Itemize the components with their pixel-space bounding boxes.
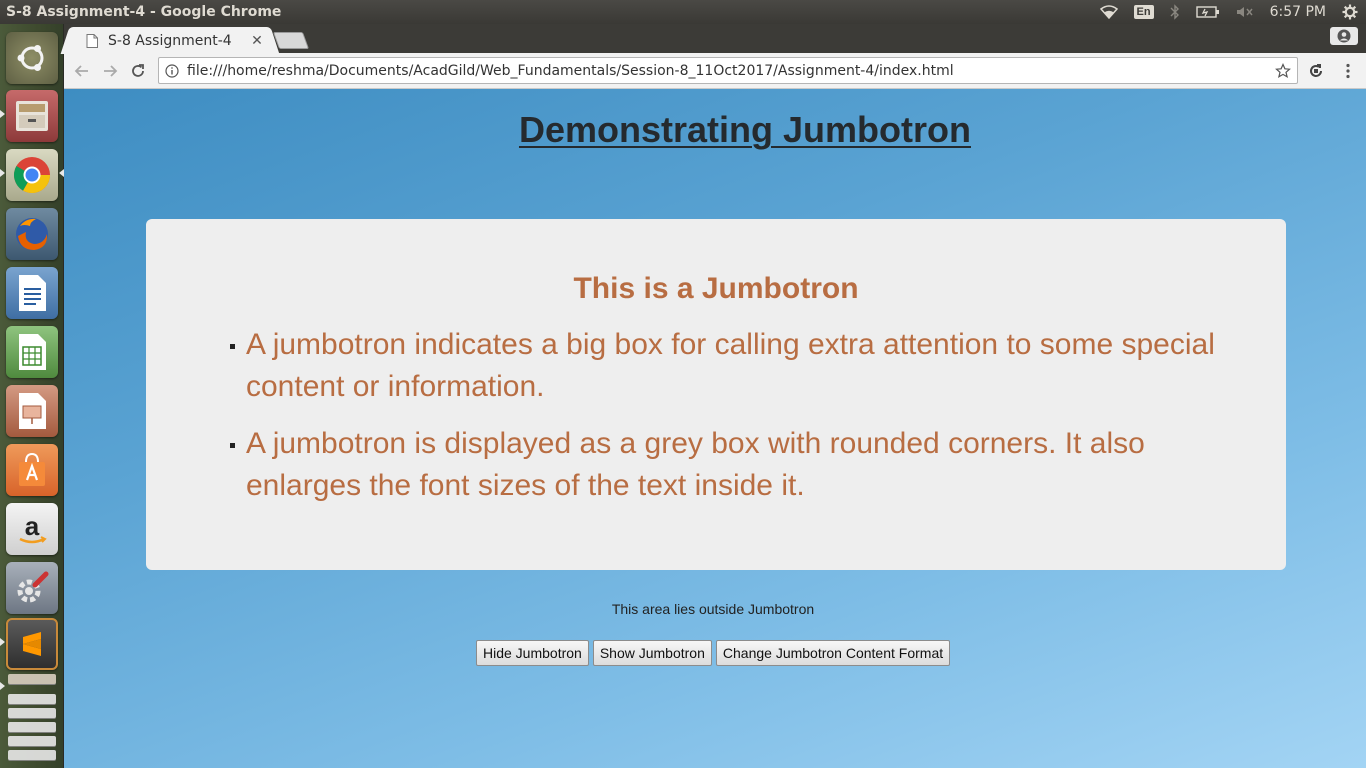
button-row: Hide Jumbotron Show Jumbotron Change Jum… xyxy=(476,640,951,666)
menu-dots-icon[interactable] xyxy=(1336,59,1360,83)
writer-icon[interactable] xyxy=(6,267,58,319)
info-icon[interactable] xyxy=(165,63,179,78)
list-item-text: A jumbotron is displayed as a grey box w… xyxy=(246,427,1145,502)
impress-icon[interactable] xyxy=(6,385,58,437)
trash-icon[interactable] xyxy=(8,694,56,704)
back-arrow-icon[interactable] xyxy=(70,59,94,83)
browser-toolbar: file:///home/reshma/Documents/AcadGild/W… xyxy=(64,53,1366,89)
hide-jumbotron-button[interactable]: Hide Jumbotron xyxy=(476,640,589,666)
unity-launcher: a xyxy=(0,24,64,768)
list-item: A jumbotron indicates a big box for call… xyxy=(230,324,1246,408)
amazon-icon[interactable]: a xyxy=(6,503,58,555)
forward-arrow-icon[interactable] xyxy=(98,59,122,83)
bluetooth-icon[interactable] xyxy=(1162,0,1188,24)
system-tray: En 6:57 PM xyxy=(1092,0,1366,24)
trash-layer xyxy=(8,722,56,732)
profile-icon[interactable] xyxy=(1330,27,1358,45)
url-text: file:///home/reshma/Documents/AcadGild/W… xyxy=(187,62,954,79)
battery-icon[interactable] xyxy=(1188,0,1228,24)
trash-layer xyxy=(8,736,56,746)
list-item: A jumbotron is displayed as a grey box w… xyxy=(230,423,1246,507)
page-icon xyxy=(86,33,98,48)
new-tab-button[interactable] xyxy=(272,32,310,49)
reload-icon[interactable] xyxy=(126,59,150,83)
trash-layer xyxy=(8,708,56,718)
clock[interactable]: 6:57 PM xyxy=(1262,0,1334,24)
change-format-button[interactable]: Change Jumbotron Content Format xyxy=(715,640,951,666)
running-indicator xyxy=(0,638,5,646)
file-cabinet-icon[interactable] xyxy=(6,90,58,142)
address-bar[interactable]: file:///home/reshma/Documents/AcadGild/W… xyxy=(158,57,1298,84)
trash-layer xyxy=(8,750,56,760)
running-indicator xyxy=(0,110,5,118)
running-indicator xyxy=(0,682,5,690)
window-title: S-8 Assignment-4 - Google Chrome xyxy=(6,4,282,20)
outside-text: This area lies outside Jumbotron xyxy=(611,601,815,617)
chrome-icon[interactable] xyxy=(6,149,58,201)
volume-muted-icon[interactable] xyxy=(1228,0,1262,24)
tab-strip: S-8 Assignment-4 ✕ xyxy=(64,24,1366,54)
keyboard-layout-indicator[interactable]: En xyxy=(1126,0,1162,24)
ubuntu-logo-icon[interactable] xyxy=(6,32,58,84)
jumbotron-list: A jumbotron indicates a big box for call… xyxy=(230,324,1246,522)
page-heading: Demonstrating Jumbotron xyxy=(518,109,971,150)
bullet-square-icon xyxy=(230,443,235,448)
settings-gear-icon[interactable] xyxy=(1334,0,1366,24)
sublime-icon[interactable] xyxy=(6,618,58,670)
extension-sync-icon[interactable] xyxy=(1304,59,1328,83)
top-panel: S-8 Assignment-4 - Google Chrome En 6:57… xyxy=(0,0,1366,24)
tab-title: S-8 Assignment-4 xyxy=(108,32,232,49)
keyboard-layout-icon: En xyxy=(1133,5,1154,19)
bullet-square-icon xyxy=(230,344,235,349)
wrench-gear-icon[interactable] xyxy=(6,562,58,614)
firefox-icon[interactable] xyxy=(6,208,58,260)
jumbotron-title: This is a Jumbotron xyxy=(573,272,859,305)
running-indicator xyxy=(0,169,5,177)
calc-icon[interactable] xyxy=(6,326,58,378)
svg-text:a: a xyxy=(25,511,40,541)
wifi-icon[interactable] xyxy=(1092,0,1126,24)
text-editor-icon[interactable] xyxy=(8,674,56,684)
shopping-bag-icon[interactable] xyxy=(6,444,58,496)
bookmark-star-icon[interactable] xyxy=(1275,63,1291,79)
show-jumbotron-button[interactable]: Show Jumbotron xyxy=(592,640,712,666)
page-viewport: Demonstrating Jumbotron This is a Jumbot… xyxy=(64,89,1366,768)
close-icon[interactable]: ✕ xyxy=(250,32,264,48)
list-item-text: A jumbotron indicates a big box for call… xyxy=(246,328,1215,403)
clock-text: 6:57 PM xyxy=(1269,4,1326,20)
tab-active[interactable]: S-8 Assignment-4 ✕ xyxy=(72,27,268,54)
jumbotron: This is a Jumbotron A jumbotron indicate… xyxy=(146,219,1286,570)
chrome-window: S-8 Assignment-4 ✕ file:///home/reshma/D… xyxy=(64,24,1366,768)
